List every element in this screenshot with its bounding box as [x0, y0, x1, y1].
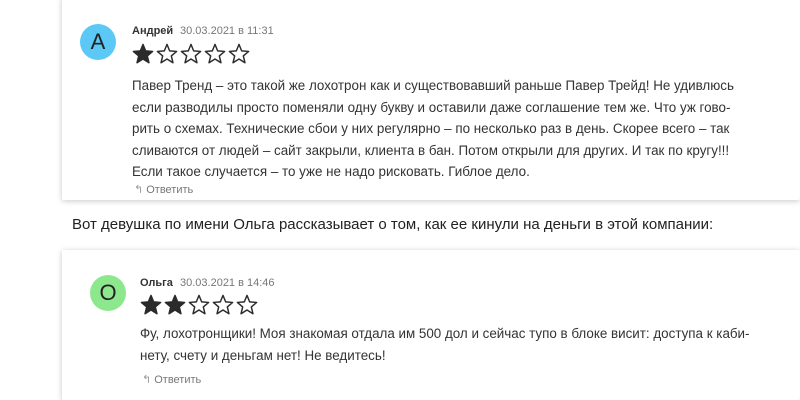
- intro-paragraph: Вот девушка по имени Ольга рассказывает …: [72, 216, 714, 233]
- comment-line: Павер Тренд – это такой же лохотрон как …: [132, 78, 734, 93]
- comment-author: Ольга: [140, 277, 173, 289]
- reply-arrow-icon: ↰: [142, 374, 152, 386]
- avatar-letter: А: [90, 29, 106, 54]
- star-empty-icon: [212, 294, 234, 315]
- star-empty-icon: [236, 294, 258, 315]
- reply-button[interactable]: ↰ Ответить: [142, 373, 202, 387]
- comment-author: Андрей: [132, 25, 174, 37]
- avatar: А: [80, 24, 116, 60]
- comment-line: Фу, лохотронщики! Моя знакомая отдала им…: [140, 326, 750, 341]
- star-filled-icon: [140, 294, 162, 315]
- rating-stars: [140, 294, 258, 316]
- comment-card: А Андрей 30.03.2021 в 11:31 Павер Тренд …: [62, 0, 800, 200]
- reply-arrow-icon: ↰: [134, 184, 144, 196]
- rating-stars: [132, 43, 250, 65]
- comment-line: нету, счету и деньгам нет! Не ведитесь!: [140, 347, 386, 363]
- reply-button[interactable]: ↰ Ответить: [134, 183, 194, 197]
- star-filled-icon: [164, 294, 186, 315]
- avatar-letter: О: [99, 280, 117, 305]
- comment-text: Фу, лохотронщики! Моя знакомая отдала им…: [140, 323, 750, 366]
- reply-label: Ответить: [146, 183, 194, 196]
- reply-label: Ответить: [154, 373, 202, 386]
- comment-text: Павер Тренд – это такой же лохотрон как …: [132, 75, 734, 183]
- avatar: О: [90, 275, 126, 311]
- star-empty-icon: [180, 43, 202, 64]
- comment-line: рить о схемах. Технические сбои у них ре…: [132, 121, 730, 136]
- comment-line: если разводилы просто поменяли одну букв…: [132, 99, 731, 115]
- star-empty-icon: [228, 43, 250, 64]
- comment-line: сливаются от людей – сайт закрыли, клиен…: [132, 142, 730, 158]
- star-filled-icon: [132, 43, 154, 64]
- comment-date: 30.03.2021 в 11:31: [180, 25, 274, 37]
- star-empty-icon: [188, 294, 210, 315]
- star-empty-icon: [204, 43, 226, 64]
- comment-date: 30.03.2021 в 14:46: [180, 277, 275, 289]
- comment-card: О Ольга 30.03.2021 в 14:46 Фу, лохотронщ…: [62, 250, 800, 400]
- star-empty-icon: [156, 43, 178, 64]
- comment-line: Если такое случается – то уже не надо ри…: [132, 164, 530, 179]
